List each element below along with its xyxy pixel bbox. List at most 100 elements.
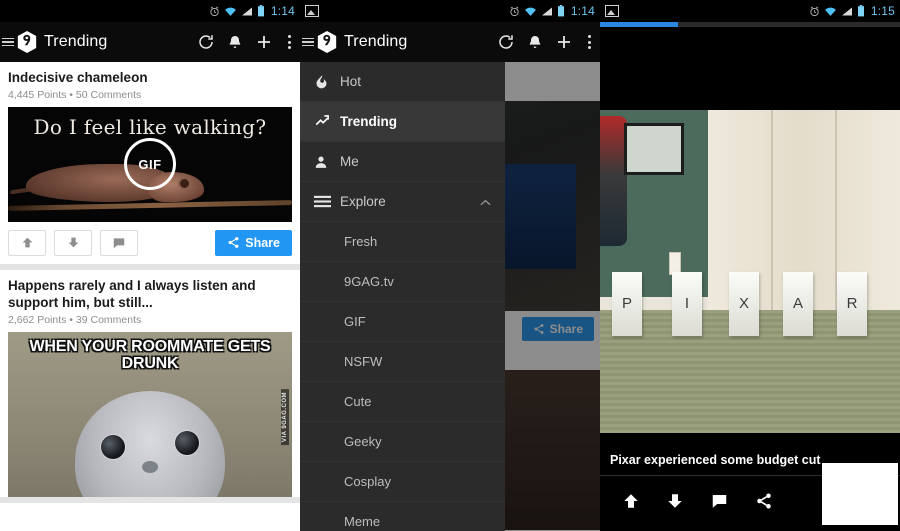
loading-progress-bar (600, 22, 900, 27)
alarm-icon (209, 6, 220, 17)
comment-button[interactable] (100, 229, 138, 256)
seal-eye-right (175, 430, 199, 455)
paper-bag-letter: P (612, 271, 642, 337)
flame-icon (314, 73, 340, 90)
paper-bag-letter: I (672, 271, 702, 337)
share-button[interactable]: Share (215, 229, 292, 256)
drawer-item-label: Hot (340, 74, 362, 89)
drawer-item-label: Cute (344, 394, 372, 409)
watermark: VIA 9GAG.COM (281, 389, 289, 446)
drawer-item-label: Fresh (344, 234, 378, 249)
comment-bubble-icon (113, 238, 125, 249)
comment-button[interactable] (710, 492, 729, 515)
upvote-button[interactable] (8, 229, 46, 256)
drawer-item-explore[interactable]: Explore (300, 182, 505, 222)
gif-badge[interactable]: GIF (124, 138, 176, 191)
drawer-item-label: 9GAG.tv (344, 274, 394, 289)
chevron-up-icon[interactable] (480, 194, 491, 209)
status-bar-right: 1:15 (809, 4, 895, 18)
phone-screen-drawer: 1:14 Trending Share Hot Trending Me Expl… (300, 0, 600, 531)
drawer-item-hot[interactable]: Hot (300, 62, 505, 102)
drawer-subitem-cute[interactable]: Cute (300, 382, 505, 422)
post-meta: 2,662 Points • 39 Comments (8, 313, 142, 326)
status-bar-right: 1:14 (509, 4, 595, 18)
meme-caption: Do I feel like walking? (33, 114, 267, 139)
hamburger-icon[interactable] (2, 37, 14, 47)
drawer-item-label: Explore (340, 194, 386, 209)
drawer-item-label: Trending (340, 114, 397, 129)
progress-fill (600, 22, 678, 27)
video-frame[interactable]: P I X A R (600, 110, 900, 433)
downvote-arrow-icon (668, 494, 682, 508)
drawer-item-label: Me (340, 154, 359, 169)
comment-bubble-icon (712, 495, 727, 508)
refresh-icon[interactable] (497, 33, 515, 51)
post-title: Indecisive chameleon (8, 70, 148, 85)
drawer-item-me[interactable]: Me (300, 142, 505, 182)
overflow-menu-icon[interactable] (585, 35, 594, 49)
drawer-subitem-9gagtv[interactable]: 9GAG.tv (300, 262, 505, 302)
post-media-image[interactable]: WHEN YOUR ROOMMATE GETS DRUNK VIA 9GAG.C… (8, 331, 292, 497)
bell-icon[interactable] (527, 33, 543, 51)
video-stage[interactable]: P I X A R (600, 27, 900, 433)
branch-shape (8, 199, 292, 211)
status-bar-right: 1:14 (209, 4, 295, 18)
drawer-subitem-geeky[interactable]: Geeky (300, 422, 505, 462)
downvote-button[interactable] (54, 229, 92, 256)
drawer-item-label: Geeky (344, 434, 382, 449)
9gag-logo-icon (316, 30, 338, 54)
drawer-item-label: NSFW (344, 354, 383, 369)
drawer-subitem-nsfw[interactable]: NSFW (300, 342, 505, 382)
bell-icon[interactable] (227, 33, 243, 51)
drawer-subitem-gif[interactable]: GIF (300, 302, 505, 342)
post-item[interactable]: Indecisive chameleon 4,445 Points • 50 C… (0, 62, 300, 270)
plus-icon[interactable] (255, 33, 273, 51)
action-bar-buttons (197, 33, 296, 51)
seal-head-shape (75, 390, 225, 497)
upvote-arrow-icon (624, 494, 638, 508)
downvote-button[interactable] (666, 491, 684, 516)
drawer-item-label: Meme (344, 514, 381, 529)
navigation-drawer[interactable]: Hot Trending Me Explore Fresh 9GAG.tv GI… (300, 62, 505, 531)
battery-icon (857, 5, 865, 17)
upvote-arrow-icon (22, 238, 32, 248)
gallery-icon (305, 5, 319, 17)
post-feed[interactable]: Indecisive chameleon 4,445 Points • 50 C… (0, 62, 300, 531)
gallery-icon (605, 5, 619, 17)
battery-icon (257, 5, 265, 17)
signal-icon (241, 6, 253, 17)
plus-icon[interactable] (555, 33, 573, 51)
post-item[interactable]: Happens rarely and I always listen and s… (0, 269, 300, 503)
hamburger-icon[interactable] (302, 37, 314, 47)
alarm-icon (809, 6, 820, 17)
status-bar: 1:14 (0, 0, 300, 22)
screenshot-collage: 1:14 Trending Indecisive chameleon 4,445… (0, 0, 900, 531)
trending-arrow-icon (314, 114, 340, 129)
refresh-icon[interactable] (197, 33, 215, 51)
post-meta: 4,445 Points • 50 Comments (8, 88, 142, 101)
drawer-subitem-fresh[interactable]: Fresh (300, 222, 505, 262)
action-bar-buttons (497, 33, 596, 51)
status-bar-left (605, 5, 809, 17)
post-action-row: Share (0, 222, 300, 264)
drawer-item-trending[interactable]: Trending (300, 102, 505, 142)
battery-icon (557, 5, 565, 17)
meme-caption: WHEN YOUR ROOMMATE GETS DRUNK (29, 337, 271, 372)
share-label: Share (245, 235, 280, 250)
drawer-scrim[interactable] (505, 62, 600, 531)
share-button[interactable] (755, 492, 773, 515)
paper-bag-letter: X (729, 271, 759, 337)
list-icon (314, 195, 340, 208)
drawer-subitem-meme[interactable]: Meme (300, 502, 505, 531)
clock-time: 1:15 (870, 4, 895, 18)
share-icon (757, 493, 771, 509)
wifi-icon (224, 6, 237, 17)
action-bar: Trending (0, 22, 300, 62)
page-title: Trending (44, 33, 108, 50)
drawer-subitem-cosplay[interactable]: Cosplay (300, 462, 505, 502)
post-media-gif[interactable]: Do I feel like walking? GIF (8, 106, 292, 222)
status-bar: 1:14 (300, 0, 600, 22)
overflow-menu-icon[interactable] (285, 35, 294, 49)
person-icon (314, 154, 340, 170)
upvote-button[interactable] (622, 491, 640, 516)
